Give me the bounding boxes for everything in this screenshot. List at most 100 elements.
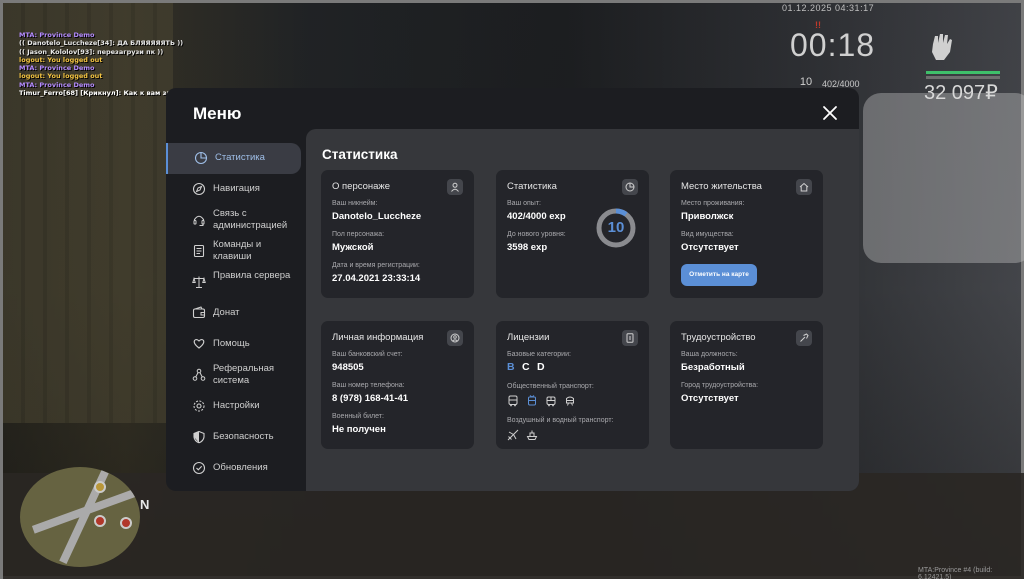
nav-item-label: Реферальная система xyxy=(213,363,275,386)
check-circle-icon xyxy=(192,461,206,475)
nav-item[interactable]: Помощь xyxy=(166,329,301,360)
nick-value: Danotelo_Luccheze xyxy=(332,211,422,222)
exp-value: 402/4000 exp xyxy=(507,211,566,222)
pie-chart-icon xyxy=(194,151,208,165)
license-icon xyxy=(622,330,638,346)
content-panel: Статистика О персонаже Ваш никнейм: Dano… xyxy=(306,129,859,491)
card-title: Трудоустройство xyxy=(681,332,756,343)
property-label: Вид имущества: xyxy=(681,231,734,238)
next-level-label: До нового уровня: xyxy=(507,231,566,238)
nav-item-label: Безопасность xyxy=(213,431,274,442)
nav-item[interactable]: Настройки xyxy=(166,391,301,422)
home-icon xyxy=(796,179,812,195)
nav-item[interactable]: Команды и клавиши xyxy=(166,236,301,267)
nav-item-label: Правила сервера xyxy=(213,270,291,281)
armor-bar xyxy=(926,76,1000,79)
menu-title: Меню xyxy=(193,104,242,123)
compass-icon xyxy=(192,182,206,196)
nav-item-label: Статистика xyxy=(215,152,265,163)
reg-label: Дата и время регистрации: xyxy=(332,262,420,269)
card-title: Лицензии xyxy=(507,332,550,343)
chat-line: MTA: Province Demo xyxy=(19,64,95,73)
phone-value: 8 (978) 168-41-41 xyxy=(332,393,409,404)
nav-item-label: Команды и клавиши xyxy=(213,239,262,262)
chat-line: logout: You logged out xyxy=(19,55,103,64)
chat-line: (( Danotelo_Luccheze[34]: ДА БЛЯЯЯЯЯТЬ )… xyxy=(19,39,184,48)
card-title: Место жительства xyxy=(681,181,762,192)
license-category: C xyxy=(522,361,530,373)
base-categories-label: Базовые категории: xyxy=(507,351,571,358)
position-label: Ваша должность: xyxy=(681,351,738,358)
nav-item[interactable]: Реферальная система xyxy=(166,360,301,391)
card-title: О персонаже xyxy=(332,181,391,192)
position-value: Безработный xyxy=(681,362,745,373)
gender-label: Пол персонажа: xyxy=(332,231,385,238)
nav-item[interactable]: Связь с администрацией xyxy=(166,205,301,236)
wallet-icon xyxy=(192,306,206,319)
chat-line: logout: You logged out xyxy=(19,72,103,81)
menu-window: Меню Статистика Навигация Связь с админист… xyxy=(166,88,859,491)
train-icon xyxy=(566,396,574,406)
trolleybus-icon xyxy=(528,395,536,406)
face-icon xyxy=(447,330,463,346)
health-bar xyxy=(926,71,1000,74)
air-water-transport-label: Воздушный и водный транспорт: xyxy=(507,417,614,424)
minimap-blip xyxy=(94,481,106,493)
next-level-value: 3598 exp xyxy=(507,242,548,253)
chat-line: (( Jason_Kololov[93]: перезагрузи пк )) xyxy=(19,47,164,56)
hospital-blip-icon xyxy=(94,515,106,527)
minimap xyxy=(20,467,140,567)
nav-item[interactable]: Правила сервера xyxy=(166,267,301,298)
nav-item-label: Связь с администрацией xyxy=(213,208,288,231)
exp-label: Ваш опыт: xyxy=(507,200,541,207)
chat-line: MTA: Province Demo xyxy=(19,31,95,39)
close-icon[interactable] xyxy=(822,105,838,121)
nav-item-label: Настройки xyxy=(213,400,260,411)
nav-item-label: Донат xyxy=(213,307,240,318)
card-stats: Статистика Ваш опыт: 402/4000 exp До нов… xyxy=(496,170,649,298)
nav-item[interactable]: Безопасность xyxy=(166,422,301,453)
hammer-icon xyxy=(796,330,812,346)
boat-icon xyxy=(526,430,538,440)
chat-line: MTA: Province Demo xyxy=(19,80,95,89)
nav-item[interactable]: Донат xyxy=(166,298,301,329)
phone-label: Ваш номер телефона: xyxy=(332,382,405,389)
property-value: Отсутствует xyxy=(681,242,739,253)
mark-on-map-button[interactable]: Отметить на карте xyxy=(681,264,757,286)
scales-icon xyxy=(192,276,206,288)
user-icon xyxy=(447,179,463,195)
work-city-value: Отсутствует xyxy=(681,393,739,404)
pie-chart-icon xyxy=(622,179,638,195)
chat-log: MTA: Province Demo(( Danotelo_Luccheze[3… xyxy=(19,31,196,97)
document-icon xyxy=(193,244,205,258)
card-persona: О персонаже Ваш никнейм: Danotelo_Lucche… xyxy=(321,170,474,298)
hud-date: 01.12.2025 04:31:17 xyxy=(782,3,875,13)
content-title: Статистика xyxy=(322,147,398,162)
headset-icon xyxy=(193,215,205,226)
background-vehicle xyxy=(863,93,1024,263)
nav-item[interactable]: Статистика xyxy=(166,143,301,174)
card-title: Личная информация xyxy=(332,332,424,343)
build-info: MTA:Province #4 (build: 6.12421.5) xyxy=(918,567,993,579)
nick-label: Ваш никнейм: xyxy=(332,200,378,207)
nav-item[interactable]: Обновления xyxy=(166,453,301,484)
gender-value: Мужской xyxy=(332,242,374,253)
military-value: Не получен xyxy=(332,424,386,435)
gear-icon xyxy=(193,400,205,412)
reg-value: 27.04.2021 23:33:14 xyxy=(332,273,421,284)
nav-item[interactable]: Навигация xyxy=(166,174,301,205)
military-label: Военный билет: xyxy=(332,413,384,420)
card-personal: Личная информация Ваш банковский счет: 9… xyxy=(321,321,474,449)
hud-clock: 00:18 xyxy=(790,27,876,63)
card-licenses: Лицензии Базовые категории: BCD Обществе… xyxy=(496,321,649,449)
airplane-icon xyxy=(507,429,519,441)
heart-hand-icon xyxy=(193,339,205,349)
hud-money: 32 097₽ xyxy=(924,82,998,104)
work-city-label: Город трудоустройства: xyxy=(681,382,759,389)
level-number: 10 xyxy=(607,219,625,236)
hospital-blip-icon xyxy=(120,517,132,529)
license-category: D xyxy=(537,361,545,373)
card-title: Статистика xyxy=(507,181,557,192)
fist-icon xyxy=(932,34,952,60)
tram-icon xyxy=(546,396,556,407)
